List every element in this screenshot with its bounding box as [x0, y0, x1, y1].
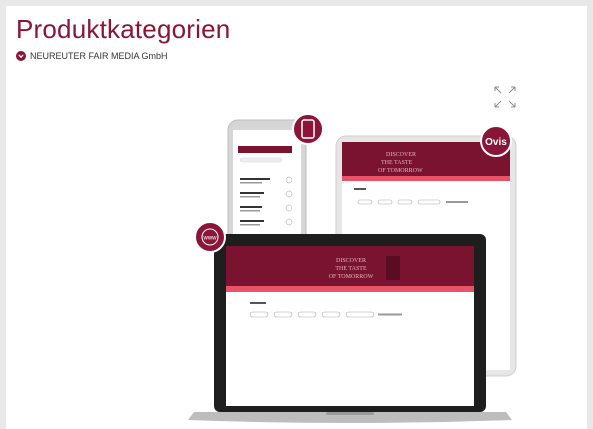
device-mockup-image: DISCOVER THE TASTE OF TOMORROW Ovis DISC… — [188, 113, 517, 423]
svg-text:www: www — [203, 236, 218, 242]
svg-text:DISCOVER: DISCOVER — [336, 258, 366, 264]
svg-text:OF TOMORROW: OF TOMORROW — [378, 168, 423, 174]
content-panel: Produktkategorien NEUREUTER FAIR MEDIA G… — [6, 6, 587, 429]
laptop-mockup: DISCOVER THE TASTE OF TOMORROW — [188, 234, 512, 423]
www-globe-icon: www — [194, 221, 226, 253]
ovis-badge-text: Ovis — [485, 137, 507, 148]
svg-text:THE TASTE: THE TASTE — [381, 160, 413, 166]
ovis-logo: Ovis — [480, 125, 512, 157]
svg-text:THE TASTE: THE TASTE — [335, 266, 367, 272]
svg-text:DISCOVER: DISCOVER — [386, 152, 416, 158]
svg-text:OF TOMORROW: OF TOMORROW — [329, 274, 374, 280]
smartphone-icon — [292, 113, 324, 145]
